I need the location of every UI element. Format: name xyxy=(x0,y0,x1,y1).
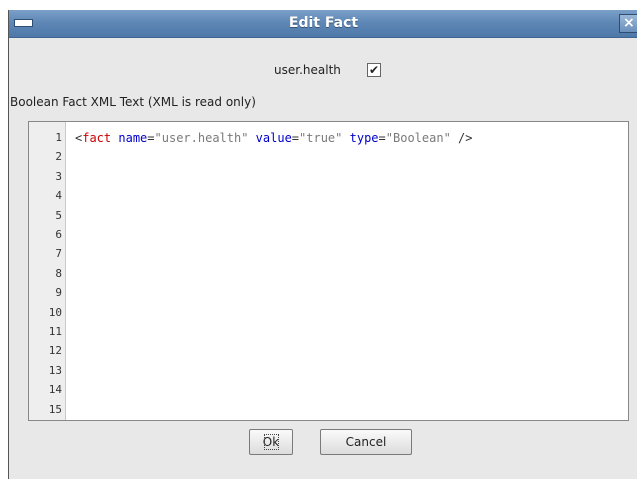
xml-attr-name: type xyxy=(349,131,379,145)
ok-button[interactable]: Ok xyxy=(249,429,293,455)
edit-fact-dialog: Edit Fact × user.health ✔ Boolean Fact X… xyxy=(8,10,637,479)
line-number: 14 xyxy=(48,383,62,397)
line-number: 6 xyxy=(55,228,62,241)
xml-section-label: Boolean Fact XML Text (XML is read only) xyxy=(10,95,256,109)
xml-editor[interactable]: 1 2 3 4 5 6 7 8 9 10 11 12 13 14 15 <fact name="user.h… xyxy=(28,121,629,421)
line-number: 3 xyxy=(55,169,62,183)
line-number: 15 xyxy=(48,402,62,416)
title-bar[interactable]: Edit Fact × xyxy=(9,10,637,38)
xml-equals: = xyxy=(378,131,386,145)
xml-attr-value: "Boolean" xyxy=(385,131,451,145)
line-number: 13 xyxy=(48,363,62,377)
focus-ring xyxy=(264,434,279,450)
cancel-button-label: Cancel xyxy=(345,435,387,449)
xml-attr-name: name xyxy=(118,131,148,145)
xml-attr-value: "user.health" xyxy=(154,131,249,145)
line-number: 7 xyxy=(55,247,62,261)
close-icon[interactable]: × xyxy=(619,14,637,33)
line-number: 1 xyxy=(55,131,62,144)
dialog-title: Edit Fact xyxy=(288,15,359,31)
line-number: 4 xyxy=(55,189,62,203)
xml-self-close: /> xyxy=(458,131,473,145)
line-number: 2 xyxy=(55,150,62,164)
xml-tag-name: fact xyxy=(82,131,112,145)
line-number: 11 xyxy=(48,325,62,338)
line-number: 10 xyxy=(48,305,62,319)
xml-attr-name: value xyxy=(255,131,292,145)
fact-row: user.health ✔ xyxy=(9,60,637,82)
fact-value-checkbox[interactable]: ✔ xyxy=(367,63,381,77)
cancel-button[interactable]: Cancel xyxy=(320,429,412,455)
line-number: 8 xyxy=(55,266,62,280)
fact-name-label: user.health xyxy=(274,63,341,77)
xml-equals: = xyxy=(291,131,300,145)
xml-attr-value: "true" xyxy=(299,131,343,145)
code-line-1: <fact name="user.health" value="true" ty… xyxy=(75,130,472,146)
xml-equals: = xyxy=(147,131,155,145)
line-number-gutter: 1 2 3 4 5 6 7 8 9 10 11 12 13 14 15 xyxy=(29,122,66,420)
line-number: 9 xyxy=(55,286,62,300)
line-number: 12 xyxy=(48,344,62,358)
line-number: 5 xyxy=(55,208,62,222)
